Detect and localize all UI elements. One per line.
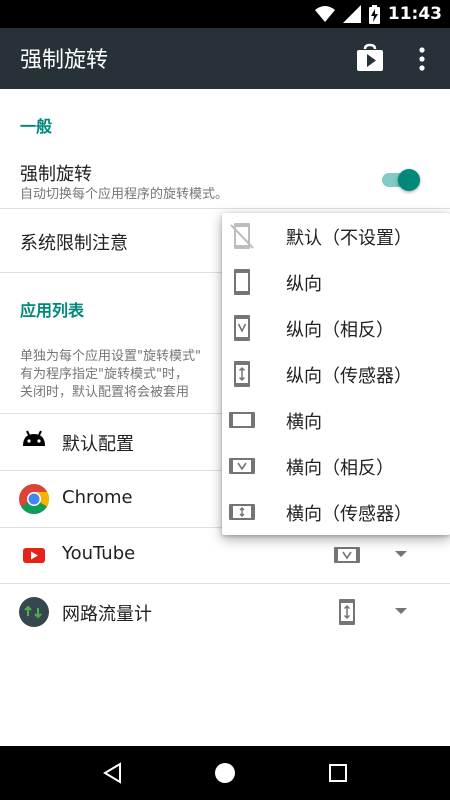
cellular-signal-icon <box>342 5 361 23</box>
section-header-app-list: 应用列表 <box>20 301 85 320</box>
status-bar: 11:43 <box>0 0 450 28</box>
status-icons: 11:43 <box>314 4 442 24</box>
menu-item-label: 默认（不设置） <box>286 228 412 249</box>
menu-item-label: 纵向（传感器） <box>286 366 412 387</box>
list-item-network-meter[interactable]: 网路流量计 <box>0 584 450 640</box>
landscape-sensor-icon <box>229 504 255 520</box>
menu-item-portrait-reverse[interactable]: 纵向（相反） <box>222 305 450 351</box>
menu-item-landscape-reverse[interactable]: 横向（相反） <box>222 443 450 489</box>
play-store-icon[interactable] <box>355 43 385 73</box>
app-list-description: 单独为每个应用设置"旋转模式" 有为程序指定"旋转模式"时， 关闭时，默认配置将… <box>20 348 240 402</box>
landscape-icon <box>229 412 255 428</box>
battery-charging-icon <box>368 4 380 24</box>
rotation-mode-menu: 默认（不设置） 纵向 纵向（相反） 纵向（传感器） 横向 横向（相反） 横向（传… <box>222 213 450 535</box>
youtube-icon <box>23 548 45 563</box>
list-item-youtube[interactable]: YouTube <box>0 527 450 583</box>
portrait-sensor-icon <box>234 361 250 387</box>
chevron-down-icon[interactable] <box>394 549 408 559</box>
app-label: YouTube <box>62 543 136 564</box>
toggle-thumb <box>398 169 420 191</box>
menu-item-portrait[interactable]: 纵向 <box>222 259 450 305</box>
menu-item-label: 横向（传感器） <box>286 504 412 525</box>
portrait-reverse-icon <box>234 315 250 341</box>
force-rotation-summary: 自动切换每个应用程序的旋转模式。 <box>20 187 229 202</box>
recent-apps-icon[interactable] <box>325 760 351 786</box>
menu-item-label: 纵向（相反） <box>286 320 394 341</box>
more-options-icon[interactable] <box>412 45 432 73</box>
app-title: 强制旋转 <box>20 48 109 73</box>
chrome-icon <box>19 484 50 515</box>
wifi-icon <box>314 6 335 22</box>
description-line-3: 关闭时，默认配置将会被套用 <box>20 385 190 400</box>
section-header-general: 一般 <box>20 117 53 136</box>
menu-item-default[interactable]: 默认（不设置） <box>222 213 450 259</box>
android-icon <box>23 430 45 446</box>
landscape-reverse-icon[interactable] <box>333 541 361 569</box>
back-icon[interactable] <box>100 760 126 786</box>
home-icon[interactable] <box>212 760 238 786</box>
landscape-reverse-icon <box>229 458 255 474</box>
chevron-down-icon[interactable] <box>394 606 408 616</box>
app-label: Chrome <box>62 487 133 508</box>
app-label: 默认配置 <box>62 434 134 455</box>
menu-item-label: 横向 <box>286 412 322 433</box>
description-line-2: 有为程序指定"旋转模式"时， <box>20 367 188 382</box>
system-limit-title[interactable]: 系统限制注意 <box>20 229 128 255</box>
portrait-icon <box>234 269 250 295</box>
portrait-sensor-icon[interactable] <box>333 598 361 626</box>
network-meter-icon <box>19 597 49 627</box>
status-time: 11:43 <box>387 4 442 24</box>
no-rotation-icon <box>230 223 254 249</box>
description-line-1: 单独为每个应用设置"旋转模式" <box>20 349 201 364</box>
menu-item-landscape-sensor[interactable]: 横向（传感器） <box>222 489 450 535</box>
menu-item-label: 纵向 <box>286 274 322 295</box>
menu-item-label: 横向（相反） <box>286 458 394 479</box>
app-bar: 强制旋转 <box>0 28 450 89</box>
force-rotation-toggle[interactable] <box>380 166 424 194</box>
app-label: 网路流量计 <box>62 604 152 625</box>
divider <box>0 208 450 209</box>
navigation-bar <box>0 746 450 800</box>
menu-item-landscape[interactable]: 横向 <box>222 397 450 443</box>
menu-item-portrait-sensor[interactable]: 纵向（传感器） <box>222 351 450 397</box>
